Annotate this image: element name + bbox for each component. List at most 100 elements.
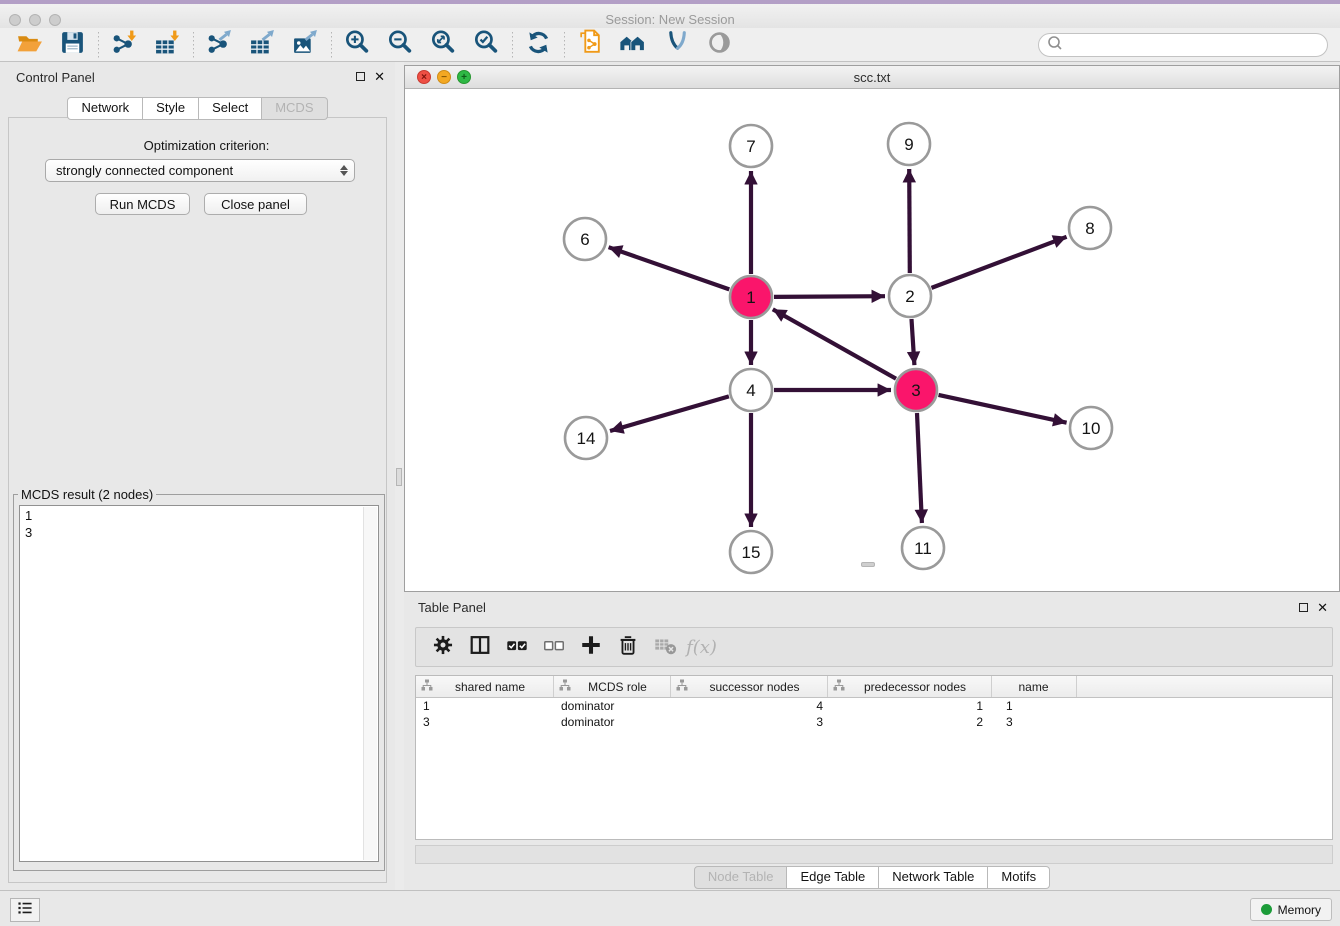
select-all-button[interactable] xyxy=(498,632,535,662)
task-history-button[interactable] xyxy=(10,898,40,922)
table-tab-node-table[interactable]: Node Table xyxy=(694,866,788,889)
table-cell[interactable]: 3 xyxy=(416,714,554,730)
table-cell[interactable]: 2 xyxy=(828,714,992,730)
graph-node-1[interactable]: 1 xyxy=(730,276,772,318)
optimization-criterion-label: Optimization criterion: xyxy=(9,138,404,153)
export-network-button[interactable] xyxy=(198,29,241,61)
graph-edge-1-2[interactable] xyxy=(774,296,885,297)
graph-node-14[interactable]: 14 xyxy=(565,417,607,459)
search-box[interactable] xyxy=(1038,33,1328,57)
save-session-button[interactable] xyxy=(51,29,94,61)
graph-node-3[interactable]: 3 xyxy=(895,369,937,411)
add-button[interactable] xyxy=(572,632,609,662)
refresh-button[interactable] xyxy=(517,29,560,61)
control-panel-float-button[interactable] xyxy=(356,72,365,81)
graph-edge-3-11[interactable] xyxy=(917,413,922,523)
graph-node-10[interactable]: 10 xyxy=(1070,407,1112,449)
columns-button[interactable] xyxy=(461,632,498,662)
zoom-in-button[interactable] xyxy=(336,29,379,61)
zoom-out-button[interactable] xyxy=(379,29,422,61)
control-panel-tab-mcds[interactable]: MCDS xyxy=(262,97,327,120)
table-cell[interactable]: 4 xyxy=(671,698,828,714)
network-canvas[interactable]: 7 9 6 8 1 2 4 3 14 10 15 11 xyxy=(406,89,1339,591)
search-input[interactable] xyxy=(1062,35,1327,55)
tree-icon xyxy=(676,679,688,694)
control-panel-tabs: NetworkStyleSelectMCDS xyxy=(0,97,395,120)
table-tab-network-table[interactable]: Network Table xyxy=(879,866,988,889)
table-header-row: shared nameMCDS rolesuccessor nodesprede… xyxy=(416,676,1332,698)
control-panel: Control Panel ✕ NetworkStyleSelectMCDS O… xyxy=(0,62,395,890)
show-hide-button[interactable] xyxy=(698,29,741,61)
node-table: shared nameMCDS rolesuccessor nodesprede… xyxy=(415,675,1333,840)
column-header-MCDS-role[interactable]: MCDS role xyxy=(554,676,671,697)
zoom-selected-button[interactable] xyxy=(465,29,508,61)
close-panel-button[interactable]: Close panel xyxy=(204,193,307,215)
table-cell[interactable]: 1 xyxy=(416,698,554,714)
table-row[interactable]: 1dominator411 xyxy=(416,698,1332,714)
node-label: 14 xyxy=(577,429,596,448)
settings-button[interactable] xyxy=(424,632,461,662)
graph-edge-3-1[interactable] xyxy=(773,309,896,378)
graph-node-11[interactable]: 11 xyxy=(902,527,944,569)
graph-edge-2-8[interactable] xyxy=(932,237,1067,288)
table-cell[interactable]: 1 xyxy=(992,698,1077,714)
graph-edge-4-14[interactable] xyxy=(610,396,729,431)
graph-edge-2-9[interactable] xyxy=(909,169,910,273)
memory-button[interactable]: Memory xyxy=(1250,898,1332,921)
graph-edge-2-3[interactable] xyxy=(912,319,915,365)
export-table-button[interactable] xyxy=(241,29,284,61)
mcds-result-lines: 13 xyxy=(20,506,378,542)
graph-node-15[interactable]: 15 xyxy=(730,531,772,573)
table-toolbar: f(x) xyxy=(415,627,1333,667)
table-tab-edge-table[interactable]: Edge Table xyxy=(787,866,879,889)
graph-node-2[interactable]: 2 xyxy=(889,275,931,317)
table-tab-motifs[interactable]: Motifs xyxy=(988,866,1050,889)
network-resize-handle[interactable] xyxy=(861,562,875,567)
graph-node-7[interactable]: 7 xyxy=(730,125,772,167)
table-cell[interactable]: dominator xyxy=(554,698,671,714)
table-cell[interactable]: 3 xyxy=(992,714,1077,730)
control-panel-tab-network[interactable]: Network xyxy=(67,97,143,120)
graph-edge-3-10[interactable] xyxy=(939,395,1067,423)
node-label: 8 xyxy=(1085,219,1094,238)
zoom-fit-button[interactable] xyxy=(422,29,465,61)
splitter-handle[interactable] xyxy=(396,468,402,486)
table-hscrollbar[interactable] xyxy=(415,845,1333,864)
node-label: 10 xyxy=(1082,419,1101,438)
graph-node-9[interactable]: 9 xyxy=(888,123,930,165)
apply-style-button[interactable] xyxy=(655,29,698,61)
table-row[interactable]: 3dominator323 xyxy=(416,714,1332,730)
column-header-name[interactable]: name xyxy=(992,676,1077,697)
zoom-fit-icon xyxy=(430,29,457,61)
table-panel-tabs: Node TableEdge TableNetwork TableMotifs xyxy=(404,866,1340,889)
column-header-successor-nodes[interactable]: successor nodes xyxy=(671,676,828,697)
control-panel-close-button[interactable]: ✕ xyxy=(374,71,385,82)
control-panel-tab-select[interactable]: Select xyxy=(199,97,262,120)
deselect-all-button[interactable] xyxy=(535,632,572,662)
criterion-select[interactable]: strongly connected component xyxy=(45,159,355,182)
home-button[interactable] xyxy=(612,29,655,61)
export-image-button[interactable] xyxy=(284,29,327,61)
table-panel-close-button[interactable]: ✕ xyxy=(1317,602,1328,613)
graph-node-8[interactable]: 8 xyxy=(1069,207,1111,249)
open-session-button[interactable] xyxy=(8,29,51,61)
table-cell[interactable]: dominator xyxy=(554,714,671,730)
clone-network-button[interactable] xyxy=(569,29,612,61)
app-titlebar: Session: New Session xyxy=(0,4,1340,28)
graph-edge-1-6[interactable] xyxy=(609,247,730,289)
graph-node-4[interactable]: 4 xyxy=(730,369,772,411)
mcds-result-textarea[interactable]: 13 xyxy=(19,505,379,862)
column-header-shared-name[interactable]: shared name xyxy=(416,676,554,697)
vertical-splitter[interactable] xyxy=(395,62,404,890)
graph-node-6[interactable]: 6 xyxy=(564,218,606,260)
column-header-predecessor-nodes[interactable]: predecessor nodes xyxy=(828,676,992,697)
import-network-button[interactable] xyxy=(103,29,146,61)
table-cell[interactable]: 1 xyxy=(828,698,992,714)
run-mcds-button[interactable]: Run MCDS xyxy=(95,193,190,215)
table-panel-float-button[interactable] xyxy=(1299,603,1308,612)
import-table-button[interactable] xyxy=(146,29,189,61)
result-scrollbar[interactable] xyxy=(363,507,377,860)
delete-button[interactable] xyxy=(609,632,646,662)
table-cell[interactable]: 3 xyxy=(671,714,828,730)
control-panel-tab-style[interactable]: Style xyxy=(143,97,199,120)
